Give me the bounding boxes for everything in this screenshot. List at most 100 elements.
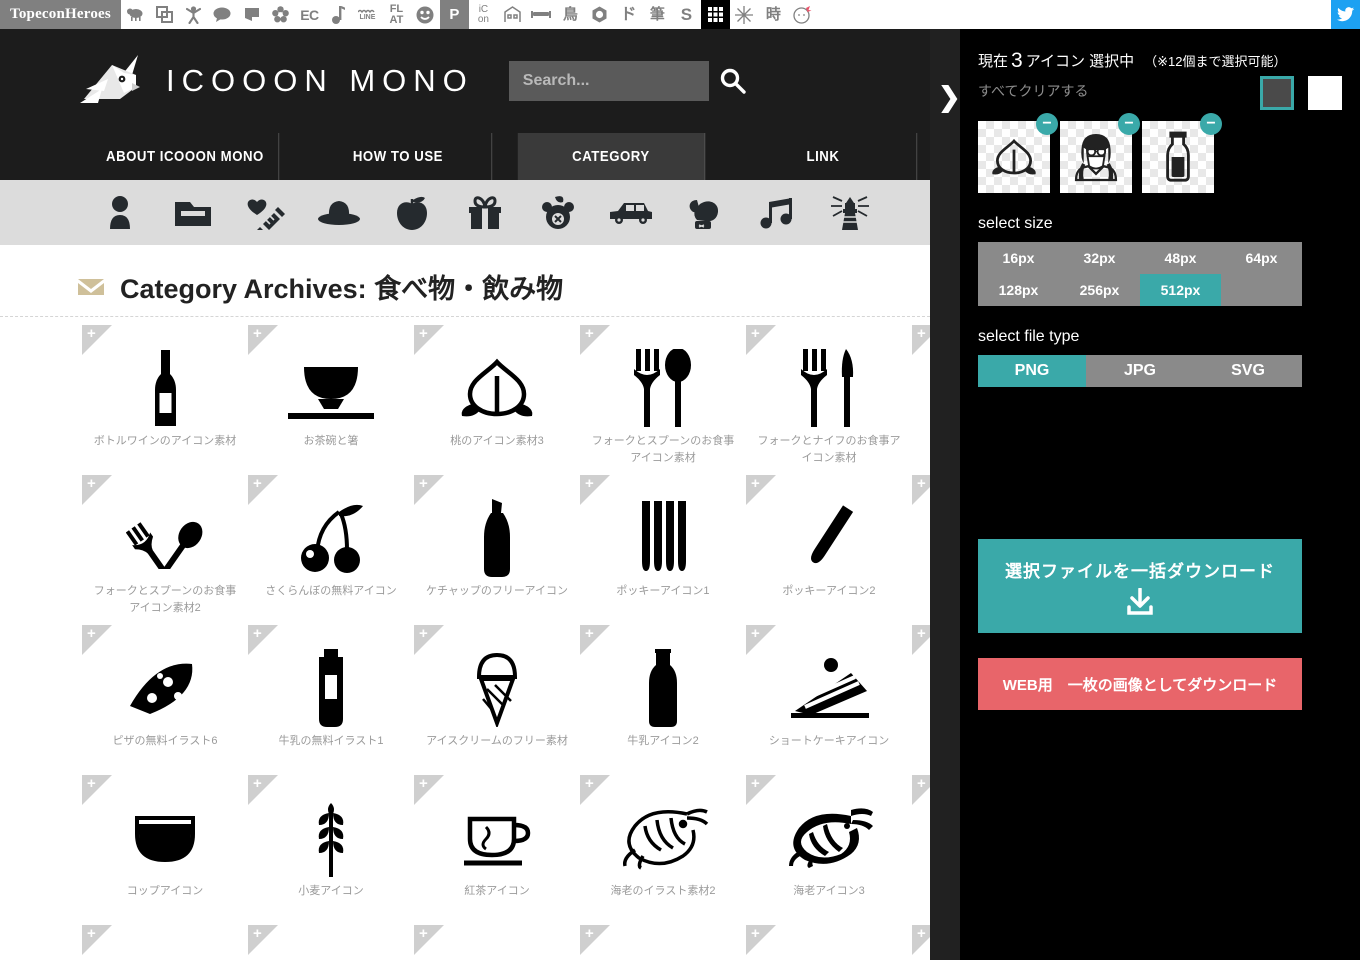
- remove-icon[interactable]: −: [1036, 113, 1058, 135]
- size-option-64px[interactable]: 64px: [1221, 242, 1302, 274]
- icon-text-icon[interactable]: iC on: [469, 0, 498, 29]
- add-plus-icon[interactable]: +: [917, 926, 926, 941]
- size-option-128px[interactable]: 128px: [978, 274, 1059, 306]
- add-plus-icon[interactable]: +: [751, 476, 760, 491]
- icon-cell[interactable]: + さくらんぼの無料アイコン: [248, 475, 414, 625]
- chevron-right-icon[interactable]: ❯: [938, 84, 961, 111]
- bench-icon[interactable]: [527, 0, 556, 29]
- line-text-icon[interactable]: LINE: [353, 0, 382, 29]
- panel-toggle[interactable]: ❯: [930, 29, 961, 960]
- lighthouse-icon[interactable]: [826, 191, 874, 235]
- do-katakana-icon[interactable]: ド: [614, 0, 643, 29]
- icon-cell[interactable]: + 小麦アイコン: [248, 775, 414, 925]
- icon-cell[interactable]: + 牛乳の無料イラスト1: [248, 625, 414, 775]
- person-icon[interactable]: [96, 191, 144, 235]
- size-option-512px[interactable]: 512px: [1140, 274, 1221, 306]
- icon-cell[interactable]: + コップアイコン: [82, 775, 248, 925]
- time-kanji-icon[interactable]: 時: [759, 0, 788, 29]
- icon-cell[interactable]: +: [580, 925, 746, 960]
- add-plus-icon[interactable]: +: [87, 476, 96, 491]
- nav-item-about[interactable]: ABOUT ICOOON MONO: [91, 133, 279, 180]
- icon-cell[interactable]: +: [912, 475, 930, 625]
- web-download-button[interactable]: WEB用 一枚の画像としてダウンロード: [978, 658, 1302, 710]
- flat-text-icon[interactable]: FL AT: [382, 0, 411, 29]
- add-plus-icon[interactable]: +: [917, 776, 926, 791]
- parking-p-icon[interactable]: P: [439, 0, 469, 29]
- sheep-icon[interactable]: [121, 0, 150, 29]
- remove-icon[interactable]: −: [1118, 113, 1140, 135]
- icon-cell[interactable]: + 海老のイラスト素材2: [580, 775, 746, 925]
- s-letter-icon[interactable]: S: [672, 0, 701, 29]
- selected-thumb-woman-mask[interactable]: −: [1060, 113, 1140, 193]
- music-note-icon[interactable]: [324, 0, 353, 29]
- batch-download-button[interactable]: 選択ファイルを一括ダウンロード: [978, 539, 1302, 633]
- color-swatch-dark[interactable]: [1260, 76, 1294, 110]
- icon-cell[interactable]: +: [248, 925, 414, 960]
- flag-icon[interactable]: [237, 0, 266, 29]
- twitter-icon[interactable]: [1331, 0, 1360, 29]
- icon-cell[interactable]: + ケチャップのフリーアイコン: [414, 475, 580, 625]
- person-cheer-icon[interactable]: [179, 0, 208, 29]
- hat-icon[interactable]: [315, 191, 363, 235]
- clear-all-link[interactable]: すべてクリアする: [978, 83, 1088, 99]
- apple-icon[interactable]: [388, 191, 436, 235]
- selected-thumb-milk-bottle[interactable]: −: [1142, 113, 1222, 193]
- add-plus-icon[interactable]: +: [253, 326, 262, 341]
- copy-windows-icon[interactable]: [150, 0, 179, 29]
- size-option-16px[interactable]: 16px: [978, 242, 1059, 274]
- hexagon-icon[interactable]: [585, 0, 614, 29]
- icon-cell[interactable]: + ポッキーアイコン1: [580, 475, 746, 625]
- smiley-icon[interactable]: [411, 0, 440, 29]
- boxing-glove-icon[interactable]: [680, 191, 728, 235]
- add-plus-icon[interactable]: +: [253, 476, 262, 491]
- building-icon[interactable]: [498, 0, 527, 29]
- icon-cell[interactable]: +: [912, 925, 930, 960]
- icon-cell[interactable]: +: [912, 775, 930, 925]
- add-plus-icon[interactable]: +: [419, 326, 428, 341]
- size-option-32px[interactable]: 32px: [1059, 242, 1140, 274]
- add-plus-icon[interactable]: +: [751, 926, 760, 941]
- folder-icon[interactable]: [169, 191, 217, 235]
- icon-cell[interactable]: + 紅茶アイコン: [414, 775, 580, 925]
- add-plus-icon[interactable]: +: [585, 776, 594, 791]
- icon-cell[interactable]: +: [414, 925, 580, 960]
- nav-item-category[interactable]: CATEGORY: [517, 133, 705, 180]
- flower-icon[interactable]: [266, 0, 295, 29]
- add-plus-icon[interactable]: +: [419, 626, 428, 641]
- add-plus-icon[interactable]: +: [87, 926, 96, 941]
- icon-cell[interactable]: + 桃のアイコン素材3: [414, 325, 580, 475]
- icon-cell[interactable]: + ポッキーアイコン2: [746, 475, 912, 625]
- size-option-48px[interactable]: 48px: [1140, 242, 1221, 274]
- add-plus-icon[interactable]: +: [253, 776, 262, 791]
- search-input[interactable]: [508, 61, 709, 101]
- icon-cell[interactable]: + フォークとスプーンのお食事アイコン素材2: [82, 475, 248, 625]
- speech-bubble-icon[interactable]: [208, 0, 237, 29]
- add-plus-icon[interactable]: +: [253, 626, 262, 641]
- add-plus-icon[interactable]: +: [751, 326, 760, 341]
- add-plus-icon[interactable]: +: [87, 626, 96, 641]
- selected-thumb-peach[interactable]: −: [978, 113, 1058, 193]
- site-brand[interactable]: ICOOON MONO: [78, 53, 474, 109]
- add-plus-icon[interactable]: +: [751, 776, 760, 791]
- add-plus-icon[interactable]: +: [585, 626, 594, 641]
- bear-icon[interactable]: [534, 191, 582, 235]
- icon-cell[interactable]: + ボトルワインのアイコン素材: [82, 325, 248, 475]
- topeconheroes-logo[interactable]: TopeconHeroes: [0, 0, 121, 29]
- gift-icon[interactable]: [461, 191, 509, 235]
- icon-cell[interactable]: + フォークとスプーンのお食事アイコン素材: [580, 325, 746, 475]
- add-plus-icon[interactable]: +: [917, 326, 926, 341]
- add-plus-icon[interactable]: +: [87, 326, 96, 341]
- nav-item-how-to-use[interactable]: HOW TO USE: [304, 133, 492, 180]
- grid-icon[interactable]: [700, 0, 730, 29]
- icon-cell[interactable]: + アイスクリームのフリー素材: [414, 625, 580, 775]
- add-plus-icon[interactable]: +: [419, 776, 428, 791]
- add-plus-icon[interactable]: +: [751, 626, 760, 641]
- add-plus-icon[interactable]: +: [917, 476, 926, 491]
- add-plus-icon[interactable]: +: [87, 776, 96, 791]
- add-plus-icon[interactable]: +: [253, 926, 262, 941]
- add-plus-icon[interactable]: +: [419, 926, 428, 941]
- search-button[interactable]: [709, 61, 757, 101]
- add-plus-icon[interactable]: +: [585, 926, 594, 941]
- car-icon[interactable]: [607, 191, 655, 235]
- size-option-256px[interactable]: 256px: [1059, 274, 1140, 306]
